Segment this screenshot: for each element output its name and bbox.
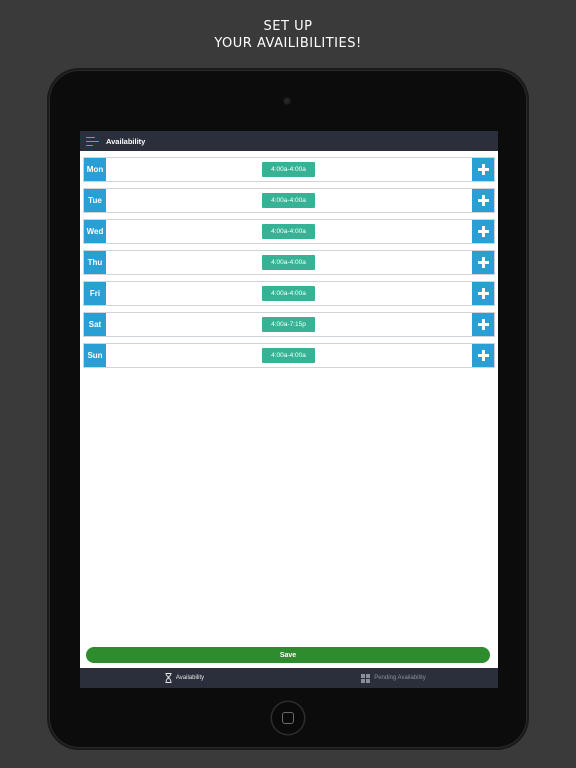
home-button[interactable]	[272, 702, 304, 734]
tab-label: Availability	[175, 675, 205, 681]
promo-headline: SET UP YOUR AVAILIBILITIES!	[0, 18, 576, 52]
plus-icon	[477, 226, 489, 237]
hamburger-menu-icon[interactable]	[86, 136, 99, 146]
add-slot-button[interactable]	[472, 189, 494, 212]
add-slot-button[interactable]	[472, 344, 494, 367]
save-button[interactable]: Save	[86, 647, 490, 663]
time-slot-chip[interactable]: 4:00a-4:00a	[262, 162, 315, 177]
time-slot-chip[interactable]: 4:00a-4:00a	[262, 348, 315, 363]
page-title: Availability	[106, 136, 146, 146]
tablet-frame: Availability Mon 4:00a-4:00a Tue 4:00a-4…	[49, 70, 527, 748]
time-slot-chip[interactable]: 4:00a-7:15p	[262, 317, 315, 332]
plus-icon	[477, 319, 489, 330]
day-label: Thu	[84, 251, 106, 274]
app-screen: Availability Mon 4:00a-4:00a Tue 4:00a-4…	[80, 131, 498, 688]
plus-icon	[477, 350, 489, 361]
add-slot-button[interactable]	[472, 220, 494, 243]
add-slot-button[interactable]	[472, 282, 494, 305]
plus-icon	[477, 288, 489, 299]
time-slot-chip[interactable]: 4:00a-4:00a	[262, 224, 315, 239]
day-label: Tue	[84, 189, 106, 212]
plus-icon	[477, 195, 489, 206]
day-row-mon: Mon 4:00a-4:00a	[83, 157, 495, 182]
day-row-fri: Fri 4:00a-4:00a	[83, 281, 495, 306]
bottom-tab-bar: Availability Pending Availability	[80, 668, 498, 688]
day-label: Mon	[84, 158, 106, 181]
day-label: Sat	[84, 313, 106, 336]
plus-icon	[477, 164, 489, 175]
add-slot-button[interactable]	[472, 158, 494, 181]
headline-line-2: YOUR AVAILIBILITIES!	[214, 36, 362, 51]
plus-icon	[477, 257, 489, 268]
camera-icon	[283, 97, 291, 105]
grid-icon	[361, 673, 371, 683]
tab-pending-availability[interactable]: Pending Availability	[289, 668, 498, 688]
top-nav-bar: Availability	[80, 131, 498, 151]
tab-label: Pending Availability	[374, 675, 426, 681]
availability-list: Mon 4:00a-4:00a Tue 4:00a-4:00a Wed 4:00…	[83, 157, 495, 374]
day-label: Wed	[84, 220, 106, 243]
day-row-thu: Thu 4:00a-4:00a	[83, 250, 495, 275]
tab-availability[interactable]: Availability	[80, 668, 289, 688]
day-label: Sun	[84, 344, 106, 367]
add-slot-button[interactable]	[472, 251, 494, 274]
day-row-sun: Sun 4:00a-4:00a	[83, 343, 495, 368]
day-row-sat: Sat 4:00a-7:15p	[83, 312, 495, 337]
time-slot-chip[interactable]: 4:00a-4:00a	[262, 286, 315, 301]
time-slot-chip[interactable]: 4:00a-4:00a	[262, 193, 315, 208]
day-label: Fri	[84, 282, 106, 305]
add-slot-button[interactable]	[472, 313, 494, 336]
home-square-icon	[282, 712, 294, 724]
time-slot-chip[interactable]: 4:00a-4:00a	[262, 255, 315, 270]
day-row-tue: Tue 4:00a-4:00a	[83, 188, 495, 213]
day-row-wed: Wed 4:00a-4:00a	[83, 219, 495, 244]
headline-line-1: SET UP	[263, 19, 313, 34]
hourglass-icon	[165, 673, 172, 683]
